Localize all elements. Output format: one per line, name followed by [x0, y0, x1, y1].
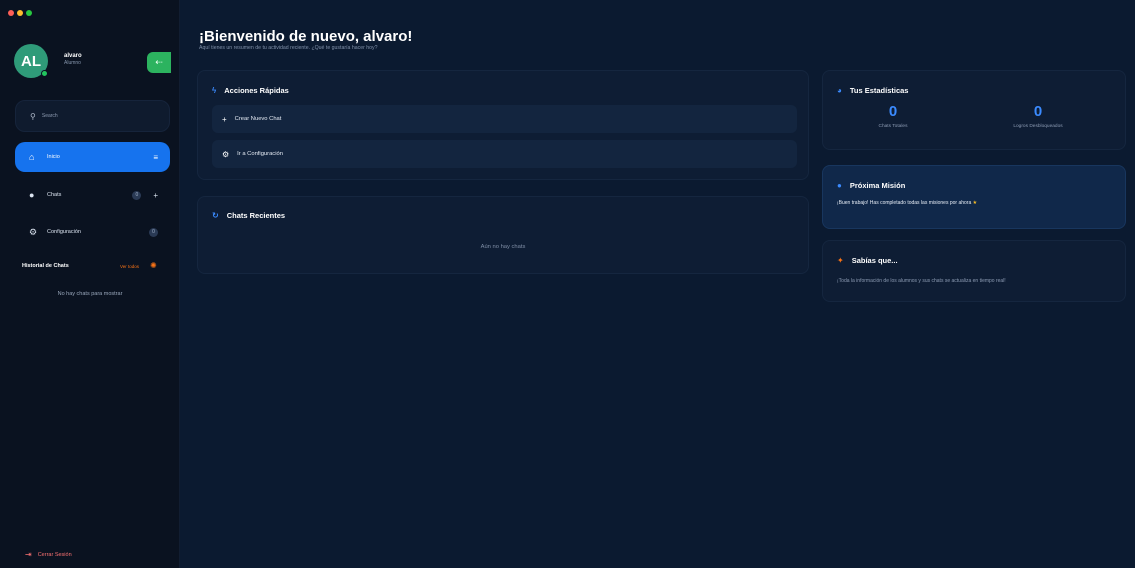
history-settings-icon[interactable]: ✺	[150, 261, 157, 270]
gear-icon: ⚙	[222, 149, 230, 159]
config-count-badge: 0	[149, 227, 158, 237]
quick-actions-card: ϟ Acciones Rápidas + Crear Nuevo Chat ⚙ …	[197, 70, 809, 180]
sidebar-item-chats[interactable]: ● Chats 0 +	[15, 180, 170, 210]
user-role: Alumno	[64, 60, 81, 66]
quick-actions-title-text: Acciones Rápidas	[224, 86, 289, 95]
did-you-know-card: ✦ Sabías que... ¡Toda la información de …	[822, 240, 1126, 302]
did-you-know-title-text: Sabías que...	[851, 256, 898, 265]
chart-icon: ◕	[837, 86, 842, 95]
user-name: alvaro	[64, 53, 82, 59]
page-title: ¡Bienvenido de nuevo, alvaro!	[199, 28, 413, 45]
quick-actions-title: ϟ Acciones Rápidas	[212, 86, 289, 95]
signout-button[interactable]: ⇥ Cerrar Sesión	[25, 550, 72, 559]
create-new-chat-label: Crear Nuevo Chat	[234, 116, 282, 122]
create-new-chat-button[interactable]: + Crear Nuevo Chat	[212, 105, 797, 133]
sidebar-item-label: Inicio	[47, 154, 60, 160]
close-window-button[interactable]	[8, 10, 14, 16]
sidebar: AL alvaro Alumno ⇠ ⚲ ⌂ Inicio ≡ ● Chats …	[0, 0, 180, 568]
stat-label: Logros Desbloqueados	[1013, 124, 1063, 129]
gear-icon: ⚙	[29, 226, 38, 237]
search-box[interactable]: ⚲	[15, 100, 170, 132]
add-chat-button[interactable]: +	[153, 191, 158, 200]
collapse-sidebar-button[interactable]: ⇠	[147, 52, 171, 73]
stat-achievements: 0 Logros Desbloqueados	[958, 103, 1118, 129]
next-mission-card: ● Próxima Misión ¡Buen trabajo! Has comp…	[822, 165, 1126, 229]
stat-value: 0	[888, 103, 898, 120]
app-window: AL alvaro Alumno ⇠ ⚲ ⌂ Inicio ≡ ● Chats …	[0, 0, 1135, 568]
history-icon: ↻	[212, 211, 219, 220]
lightning-icon: ϟ	[212, 86, 217, 95]
plus-icon: +	[222, 114, 227, 124]
stats-title-text: Tus Estadísticas	[849, 86, 909, 95]
recent-chats-title-text: Chats Recientes	[226, 211, 286, 220]
recent-chats-title: ↻ Chats Recientes	[212, 211, 285, 220]
minimize-window-button[interactable]	[17, 10, 23, 16]
view-all-link[interactable]: Ver todos	[120, 264, 139, 269]
search-input[interactable]	[41, 113, 152, 119]
did-you-know-title: ✦ Sabías que...	[837, 256, 898, 265]
logout-icon: ⇥	[25, 550, 32, 559]
chat-history-empty: No hay chats para mostrar	[57, 291, 123, 297]
chat-bubble-icon: ●	[29, 190, 35, 200]
home-icon: ⌂	[29, 152, 35, 162]
go-to-settings-button[interactable]: ⚙ Ir a Configuración	[212, 140, 797, 168]
stats-title: ◕ Tus Estadísticas	[837, 86, 908, 95]
online-status-dot	[41, 70, 48, 77]
next-mission-text: ¡Buen trabajo! Has completado todas las …	[837, 200, 977, 206]
stat-total-chats: 0 Chats Totales	[813, 103, 973, 129]
sidebar-item-inicio[interactable]: ⌂ Inicio ≡	[15, 142, 170, 172]
star-icon: ★	[972, 200, 978, 206]
next-mission-title: ● Próxima Misión	[837, 181, 905, 190]
sidebar-item-label: Configuración	[47, 229, 81, 235]
recent-chats-empty: Aún no hay chats	[480, 244, 526, 250]
recent-chats-card: ↻ Chats Recientes Aún no hay chats	[197, 196, 809, 274]
chat-history-title: Historial de Chats	[22, 263, 69, 269]
search-icon: ⚲	[30, 111, 36, 121]
main-content: ¡Bienvenido de nuevo, alvaro! Aquí tiene…	[180, 0, 1135, 568]
stat-label: Chats Totales	[878, 124, 908, 129]
next-mission-message: ¡Buen trabajo! Has completado todas las …	[837, 200, 972, 206]
stats-card: ◕ Tus Estadísticas 0 Chats Totales 0 Log…	[822, 70, 1126, 150]
target-icon: ●	[837, 181, 842, 190]
page-subtitle: Aquí tienes un resumen de tu actividad r…	[199, 45, 378, 51]
maximize-window-button[interactable]	[26, 10, 32, 16]
go-to-settings-label: Ir a Configuración	[237, 151, 283, 157]
sidebar-item-configuracion[interactable]: ⚙ Configuración 0	[15, 217, 170, 247]
user-profile: AL alvaro Alumno ⇠	[14, 44, 172, 80]
lightbulb-icon: ✦	[837, 256, 844, 265]
signout-label: Cerrar Sesión	[37, 551, 72, 558]
sidebar-item-label: Chats	[47, 192, 62, 198]
next-mission-title-text: Próxima Misión	[849, 181, 906, 190]
did-you-know-text: ¡Toda la información de los alumnos y su…	[837, 278, 1006, 284]
menu-icon: ≡	[153, 152, 158, 162]
chats-count-badge: 0	[132, 190, 142, 200]
window-controls	[8, 10, 32, 16]
stat-value: 0	[1033, 103, 1043, 120]
arrow-left-icon: ⇠	[155, 57, 163, 67]
